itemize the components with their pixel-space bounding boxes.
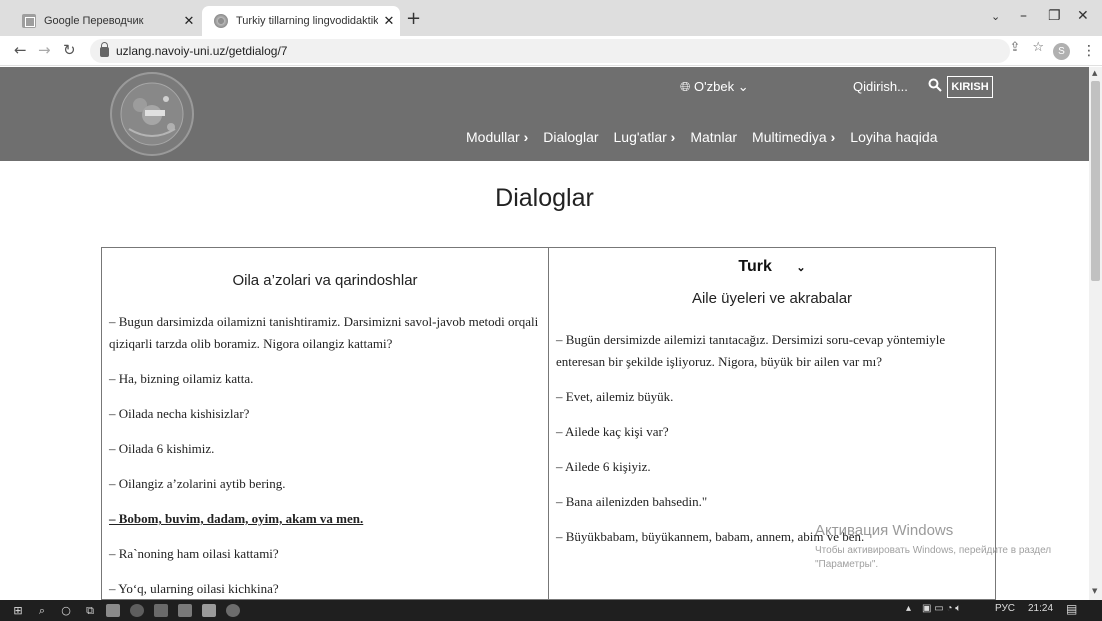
profile-avatar[interactable]: S: [1053, 43, 1070, 60]
nav-item-multimediya[interactable]: Multimediya ›: [752, 129, 835, 145]
selected-language: Turk: [738, 258, 772, 275]
new-tab-button[interactable]: +: [406, 9, 421, 29]
windows-start-icon[interactable]: ⊞: [10, 602, 26, 619]
search-icon[interactable]: ⌕: [34, 602, 50, 619]
dialog-line: – Ailede kaç kişi var?: [556, 424, 669, 439]
word-icon[interactable]: [154, 604, 168, 617]
file-explorer-icon[interactable]: [106, 604, 120, 617]
globe-icon: 🌐︎: [680, 79, 691, 94]
dialog-panel-uzbek: Oila a’zolari va qarindoshlar – Bugun da…: [101, 247, 549, 600]
activation-watermark-title: Активация Windows: [815, 522, 954, 539]
language-label: O'zbek: [694, 79, 735, 94]
app-icon[interactable]: [178, 604, 192, 617]
address-bar[interactable]: uzlang.navoiy-uni.uz/getdialog/7: [90, 39, 1010, 63]
nav-item-lugatlar[interactable]: Lug'atlar ›: [614, 129, 676, 145]
browser-icon[interactable]: [130, 604, 144, 617]
url-text: uzlang.navoiy-uni.uz/getdialog/7: [116, 44, 288, 58]
google-translate-icon: [22, 14, 36, 28]
dialog-lines: – Bugun darsimizda oilamizni tanishtiram…: [102, 311, 548, 599]
browser-tab-google-translate[interactable]: Google Переводчик ✕: [10, 6, 200, 36]
nav-label: Dialoglar: [543, 129, 599, 145]
nav-item-modullar[interactable]: Modullar ›: [466, 129, 528, 145]
dialog-heading: Oila a’zolari va qarindoshlar: [232, 272, 418, 289]
search-input[interactable]: Qidirish...: [853, 79, 908, 94]
browser-tab-uzlang[interactable]: Turkiy tillarning lingvodidaktik el ✕: [202, 6, 400, 36]
university-logo[interactable]: [99, 71, 205, 157]
dialog-line: – Oilada 6 kishimiz.: [109, 441, 215, 456]
tab-search-icon[interactable]: ⌄: [991, 10, 1000, 23]
restore-button[interactable]: ❐: [1048, 8, 1061, 24]
search-icon[interactable]: [928, 78, 942, 92]
nav-label: Loyiha haqida: [850, 129, 938, 145]
dialog-line: – Oilangiz a’zolarini aytib bering.: [109, 476, 286, 491]
site-header: 🌐︎ O'zbek ⌄ Qidirish... KIRISH Modullar …: [0, 67, 1089, 161]
page-title: Dialoglar: [495, 184, 594, 212]
site-emblem-icon: [214, 14, 228, 28]
dialog-lines: – Bugün dersimizde ailemizi tanıtacağız.…: [549, 329, 995, 548]
dialog-line: – Evet, ailemiz büyük.: [556, 389, 674, 404]
browser-tab-strip: Google Переводчик ✕ Turkiy tillarning li…: [0, 0, 1102, 36]
scroll-down-arrow-icon[interactable]: ▼: [1092, 587, 1097, 595]
clock-time[interactable]: 21:24: [1028, 603, 1053, 614]
dialog-heading: Aile üyeleri ve akrabalar: [691, 290, 853, 307]
dialog-line: – Ra`noning ham oilasi kattami?: [109, 546, 279, 561]
translation-language-select[interactable]: Turk ⌄: [549, 258, 995, 276]
share-and-bookmark-icons[interactable]: ⇪☆: [1009, 40, 1056, 55]
language-selector[interactable]: 🌐︎ O'zbek ⌄: [680, 79, 749, 95]
input-language-indicator[interactable]: РУС: [995, 603, 1015, 614]
dialog-line: – Bugün dersimizde ailemizi tanıtacağız.…: [556, 332, 946, 369]
main-nav: Modullar › Dialoglar Lug'atlar › Matnlar…: [466, 129, 937, 145]
tray-chevron-up-icon[interactable]: ▴: [906, 603, 911, 614]
chevron-right-icon: ›: [830, 129, 836, 145]
tab-title: Google Переводчик: [44, 15, 144, 27]
tab-title: Turkiy tillarning lingvodidaktik el: [236, 15, 378, 27]
dialog-line: – Bugun darsimizda oilamizni tanishtiram…: [109, 314, 539, 351]
dialog-line: – Ailede 6 kişiyiz.: [556, 459, 651, 474]
close-tab-icon[interactable]: ✕: [178, 13, 200, 29]
dialog-line-highlighted: – Bobom, buvim, dadam, oyim, akam va men…: [109, 511, 364, 526]
chevron-right-icon: ›: [523, 129, 529, 145]
nav-label: Multimediya: [752, 129, 827, 145]
forward-arrow-icon[interactable]: →: [38, 41, 51, 59]
back-arrow-icon[interactable]: ←: [14, 41, 27, 59]
minimize-button[interactable]: –: [1020, 8, 1027, 24]
scrollbar-thumb[interactable]: [1091, 81, 1100, 281]
chevron-down-icon: ⌄: [737, 79, 749, 94]
windows-taskbar: ⊞ ⌕ ○ ⧉ ▴ ▣ ▭ ◔ 🔈︎ РУС 21:24 ▤: [0, 600, 1102, 621]
chevron-right-icon: ›: [670, 129, 676, 145]
dialog-line: – Oilada necha kishisizlar?: [109, 406, 250, 421]
task-view-icon[interactable]: ⧉: [82, 602, 98, 619]
activation-watermark-text: Чтобы активировать Windows, перейдите в …: [815, 545, 1052, 570]
reload-icon[interactable]: ↻: [63, 41, 76, 59]
menu-kebab-icon[interactable]: ⋮: [1082, 43, 1096, 59]
dialog-line: – Ha, bizning oilamiz katta.: [109, 371, 254, 386]
tray-app-icons[interactable]: ▣ ▭ ◔ 🔈︎: [922, 603, 961, 614]
lock-icon: [100, 42, 109, 57]
nav-item-dialoglar[interactable]: Dialoglar: [543, 129, 598, 145]
close-window-button[interactable]: ✕: [1077, 8, 1089, 24]
nav-label: Matnlar: [690, 129, 738, 145]
nav-item-loyiha-haqida[interactable]: Loyiha haqida: [850, 129, 937, 145]
browser-toolbar: ← → ↻ uzlang.navoiy-uni.uz/getdialog/7 ⇪…: [0, 36, 1102, 66]
chevron-down-icon: ⌄: [796, 262, 806, 274]
dialog-line: – Yo‘q, ularning oilasi kichkina?: [109, 581, 279, 596]
login-button[interactable]: KIRISH: [947, 76, 993, 98]
page-scrollbar[interactable]: ▲ ▼: [1089, 67, 1102, 600]
notifications-icon[interactable]: ▤: [1066, 602, 1077, 616]
nav-label: Modullar: [466, 129, 520, 145]
telegram-icon[interactable]: [226, 604, 240, 617]
nav-label: Lug'atlar: [613, 129, 667, 145]
scroll-up-arrow-icon[interactable]: ▲: [1092, 69, 1097, 77]
cortana-icon[interactable]: ○: [58, 602, 74, 619]
pdf-reader-icon[interactable]: [202, 604, 216, 617]
nav-item-matnlar[interactable]: Matnlar: [690, 129, 737, 145]
close-tab-icon[interactable]: ✕: [378, 13, 400, 29]
dialog-line: – Bana ailenizden bahsedin.": [556, 494, 708, 509]
